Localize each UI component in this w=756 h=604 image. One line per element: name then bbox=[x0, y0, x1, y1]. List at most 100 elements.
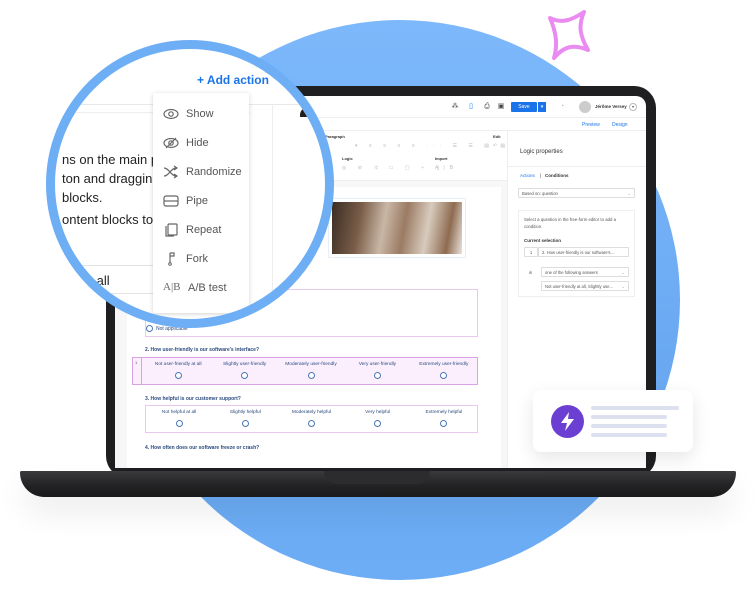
q3-scale: Not helpful at all Slightly helpful Mode… bbox=[146, 410, 477, 427]
placeholder-line bbox=[591, 415, 667, 419]
radio-button[interactable] bbox=[174, 372, 182, 379]
import-group-label: Import bbox=[435, 156, 448, 161]
laptop-notch bbox=[324, 471, 430, 484]
is-label: is bbox=[529, 270, 533, 275]
selection-number: 1 bbox=[524, 247, 538, 257]
placeholder-line bbox=[591, 433, 667, 437]
magnifier-callout: + Add action ns on the main p ton and dr… bbox=[46, 40, 334, 328]
pipe-icon bbox=[163, 195, 179, 207]
body-text-line: blocks. bbox=[62, 190, 103, 205]
body-text-line: ontent blocks to bbox=[62, 212, 154, 227]
scale-option[interactable]: Not user-friendly at all bbox=[145, 362, 211, 379]
menu-item-repeat[interactable]: Repeat bbox=[163, 223, 221, 237]
chevron-down-icon: ⌄ bbox=[621, 284, 625, 289]
ab-test-icon: A|B bbox=[163, 281, 181, 293]
menu-item-randomize[interactable]: Randomize bbox=[163, 165, 242, 179]
answers-select[interactable]: Not user-friendly at all, Slightly use..… bbox=[541, 281, 629, 291]
operator-select[interactable]: one of the following answers ⌄ bbox=[541, 267, 629, 277]
radio-button[interactable] bbox=[307, 372, 315, 379]
scale-option[interactable]: Not helpful at all bbox=[146, 410, 212, 427]
q2-scale: Not user-friendly at all Slightly user-f… bbox=[145, 362, 477, 379]
scale-option[interactable]: Moderately user-friendly bbox=[278, 362, 344, 379]
question-2-title: 2. How user-friendly is our software's i… bbox=[145, 347, 259, 353]
radio-button[interactable] bbox=[374, 420, 382, 427]
condition-hint: Select a question in the free-form edito… bbox=[524, 217, 616, 229]
question-4-title: 4. How often does our software freeze or… bbox=[145, 445, 260, 451]
menu-item-ab-test[interactable]: A|B A/B test bbox=[163, 281, 227, 295]
scale-option[interactable]: Very user-friendly bbox=[344, 362, 410, 379]
question-3-title: 3. How helpful is our customer support? bbox=[145, 396, 241, 402]
radio-button[interactable] bbox=[308, 420, 315, 427]
radio-button[interactable] bbox=[146, 325, 153, 332]
placeholder-line bbox=[591, 424, 667, 428]
fork-icon bbox=[168, 252, 175, 266]
edit-group-label: Edit bbox=[493, 134, 501, 139]
eye-icon bbox=[163, 108, 179, 120]
print-icon[interactable]: ⎙ bbox=[483, 103, 491, 111]
menu-item-fork[interactable]: Fork bbox=[163, 252, 208, 266]
scale-option[interactable]: Moderately helpful bbox=[278, 410, 344, 427]
scale-option[interactable]: Very helpful bbox=[345, 410, 411, 427]
eye-off-icon bbox=[163, 137, 179, 149]
logic-group-label: Logic bbox=[342, 156, 353, 161]
based-on-select[interactable]: Based on: question ⌄ bbox=[518, 188, 635, 198]
tab-actions[interactable]: Actions bbox=[520, 173, 535, 178]
add-action-button[interactable]: + Add action bbox=[197, 73, 269, 87]
save-button[interactable]: Save bbox=[511, 102, 537, 112]
avatar[interactable] bbox=[579, 101, 591, 113]
chevron-down-icon: ⌄ bbox=[627, 191, 631, 196]
chevron-down-icon: ⌄ bbox=[621, 270, 625, 275]
history-icon[interactable]: ◔ bbox=[560, 103, 564, 110]
user-menu-button[interactable]: ▾ bbox=[629, 103, 637, 111]
divider bbox=[508, 166, 646, 167]
radio-button[interactable] bbox=[440, 420, 448, 427]
question-number-badge: 1 bbox=[135, 360, 138, 365]
sparkle-icon bbox=[548, 10, 590, 60]
team-photo bbox=[332, 202, 462, 254]
scale-option[interactable]: Extremely user-friendly bbox=[411, 362, 477, 379]
body-text-line: ns on the main p bbox=[62, 152, 159, 167]
save-file-icon[interactable]: ▣ bbox=[497, 103, 505, 111]
body-text-line: n bbox=[62, 241, 70, 256]
lightning-icon bbox=[561, 412, 574, 431]
divider bbox=[62, 265, 162, 266]
menu-item-pipe[interactable]: Pipe bbox=[163, 194, 208, 208]
radio-button[interactable] bbox=[440, 372, 448, 379]
add-action-menu: Show Hide Randomize Pipe Repeat Fork A|B… bbox=[153, 93, 249, 313]
save-dropdown-button[interactable]: ▾ bbox=[538, 102, 546, 112]
scale-option[interactable]: Slightly user-friendly bbox=[211, 362, 277, 379]
placeholder-line bbox=[591, 406, 679, 410]
radio-button[interactable] bbox=[241, 420, 249, 427]
question-2-box[interactable]: 1 Not user-friendly at all Slightly user… bbox=[132, 357, 478, 385]
shuffle-icon bbox=[163, 165, 179, 179]
divider bbox=[62, 293, 162, 294]
panel-title: Logic properties bbox=[520, 149, 563, 155]
import-tool[interactable]: ⤓ bbox=[437, 165, 444, 171]
lightning-badge bbox=[551, 405, 584, 438]
automation-card bbox=[533, 390, 693, 452]
divider bbox=[272, 104, 273, 319]
current-selection-label: Current selection bbox=[524, 238, 562, 243]
menu-item-hide[interactable]: Hide bbox=[163, 136, 209, 150]
scale-option[interactable]: Slightly helpful bbox=[212, 410, 278, 427]
answer-option-text: dly at all bbox=[62, 273, 110, 288]
scale-option[interactable]: Extremely helpful bbox=[411, 410, 477, 427]
paragraph-tools[interactable]: ▾ ≡ ≡ ≡ ≡ ··· ☰ ☰ ▤ ▤ bbox=[355, 143, 510, 149]
image-block[interactable] bbox=[328, 198, 466, 258]
radio-button[interactable] bbox=[175, 420, 183, 427]
tab-divider: | bbox=[540, 173, 542, 178]
body-text-line: ton and dragging bbox=[62, 171, 160, 186]
selected-question[interactable]: 2. How user-friendly is our software's..… bbox=[538, 247, 629, 257]
tab-conditions[interactable]: Conditions bbox=[545, 173, 569, 178]
design-link[interactable]: Design bbox=[612, 122, 628, 128]
preview-link[interactable]: Preview bbox=[582, 122, 600, 128]
menu-item-show[interactable]: Show bbox=[163, 107, 214, 121]
sitemap-icon[interactable]: ⁂ bbox=[451, 103, 459, 111]
paragraph-group-label: Paragraph bbox=[325, 134, 345, 139]
radio-button[interactable] bbox=[241, 372, 249, 379]
document-icon[interactable]: ▯ bbox=[467, 103, 475, 111]
radio-button[interactable] bbox=[373, 372, 381, 379]
user-name: Jérôme Versey bbox=[595, 104, 627, 109]
copy-icon bbox=[165, 223, 178, 237]
question-3-box[interactable]: Not helpful at all Slightly helpful Mode… bbox=[145, 405, 478, 433]
